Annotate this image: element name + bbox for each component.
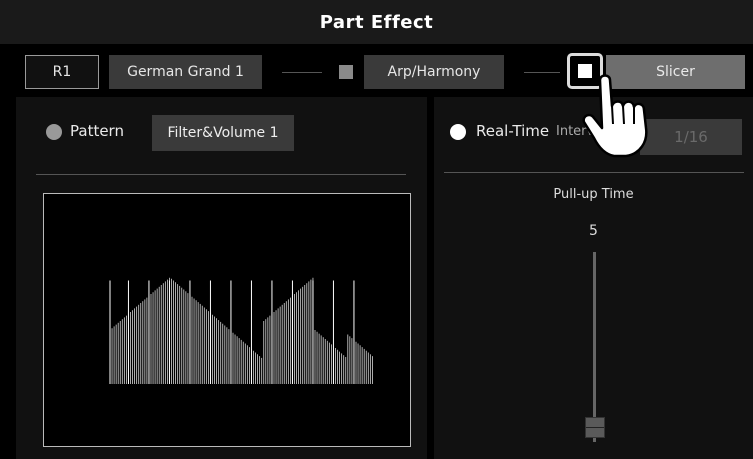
pointing-hand-icon — [582, 74, 648, 158]
pattern-label: Pattern — [70, 122, 124, 140]
pattern-panel: Pattern Filter&Volume 1 — [16, 97, 427, 459]
page-title: Part Effect — [319, 11, 434, 33]
divider — [444, 172, 744, 173]
arp-harmony-button[interactable]: Arp/Harmony — [364, 55, 504, 89]
voice-button[interactable]: German Grand 1 — [109, 55, 262, 89]
pattern-bars-chart — [109, 277, 373, 384]
pattern-selector[interactable]: Filter&Volume 1 — [152, 115, 294, 151]
slicer-pattern-graph — [43, 193, 411, 447]
pullup-slider-thumb[interactable] — [585, 417, 605, 438]
part-r1-button[interactable]: R1 — [25, 55, 99, 89]
route-connector — [282, 72, 322, 73]
pullup-time-value: 5 — [589, 223, 598, 239]
pullup-time-label: Pull-up Time — [553, 187, 634, 202]
arp-toggle-checkbox[interactable] — [339, 65, 353, 79]
realtime-radio[interactable] — [450, 124, 466, 140]
divider — [36, 174, 406, 175]
pullup-slider-track[interactable] — [593, 252, 596, 442]
title-bar: Part Effect — [0, 0, 753, 45]
pattern-radio[interactable] — [46, 124, 62, 140]
route-connector — [524, 72, 560, 73]
realtime-label: Real-Time — [476, 122, 550, 140]
